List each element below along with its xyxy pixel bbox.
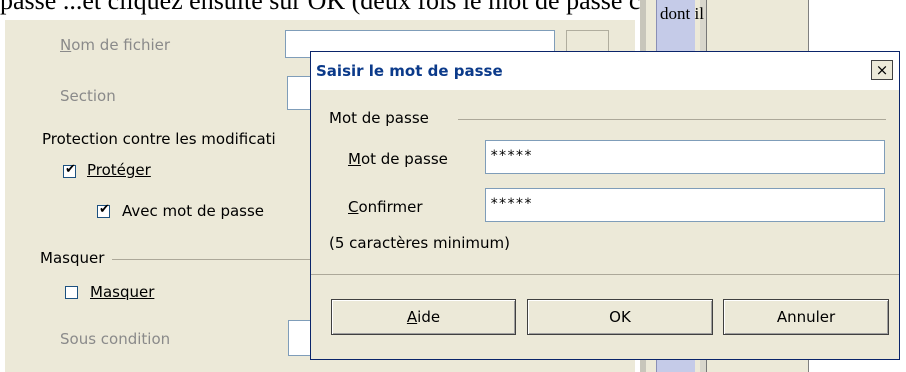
password-input[interactable]: *****	[485, 140, 885, 174]
button-area-separator	[311, 274, 899, 275]
hide-label: Masquer	[90, 283, 155, 301]
hide-checkbox[interactable]	[65, 286, 78, 299]
hide-heading: Masquer	[40, 249, 105, 267]
dialog-titlebar[interactable]: Saisir le mot de passe ×	[311, 52, 899, 90]
protect-label: Protéger	[87, 161, 151, 179]
confirm-label-rest: onfirmer	[358, 198, 423, 216]
confirm-label-first: C	[348, 198, 359, 216]
minimum-length-hint: (5 caractères minimum)	[329, 234, 511, 252]
hide-group-separator	[112, 259, 312, 260]
help-button-first: A	[406, 308, 418, 326]
help-button[interactable]: Aide	[331, 299, 516, 335]
password-label-rest: ot de passe	[360, 150, 448, 168]
section-label: Section	[60, 87, 116, 105]
file-name-label-first: N	[60, 36, 72, 54]
password-dialog: Saisir le mot de passe × Mot de passe Mo…	[310, 51, 900, 360]
close-icon: ×	[875, 61, 889, 79]
password-label: Mot de passe	[348, 150, 448, 168]
password-group-label: Mot de passe	[329, 109, 429, 127]
close-button[interactable]: ×	[871, 60, 893, 80]
password-label-first: M	[348, 150, 361, 168]
check-mark-icon: ✔	[99, 202, 110, 217]
confirm-label: Confirmer	[348, 198, 423, 216]
file-name-label-rest: om de fichier	[71, 36, 171, 54]
dialog-title: Saisir le mot de passe	[316, 62, 503, 80]
password-group-separator	[458, 119, 886, 120]
confirm-password-input[interactable]: *****	[485, 188, 885, 222]
condition-label: Sous condition	[60, 330, 171, 348]
cancel-button[interactable]: Annuler	[723, 299, 889, 335]
page-text: dont il	[660, 4, 704, 23]
protect-checkbox[interactable]: ✔	[63, 162, 76, 178]
help-button-rest: ide	[417, 308, 441, 326]
check-mark-icon: ✔	[65, 162, 76, 177]
ok-button[interactable]: OK	[527, 299, 713, 335]
file-name-label: Nom de fichier	[60, 36, 170, 54]
protection-heading: Protection contre les modificati	[42, 130, 276, 148]
with-password-checkbox[interactable]: ✔	[97, 202, 110, 218]
with-password-label: Avec mot de passe	[122, 202, 265, 220]
